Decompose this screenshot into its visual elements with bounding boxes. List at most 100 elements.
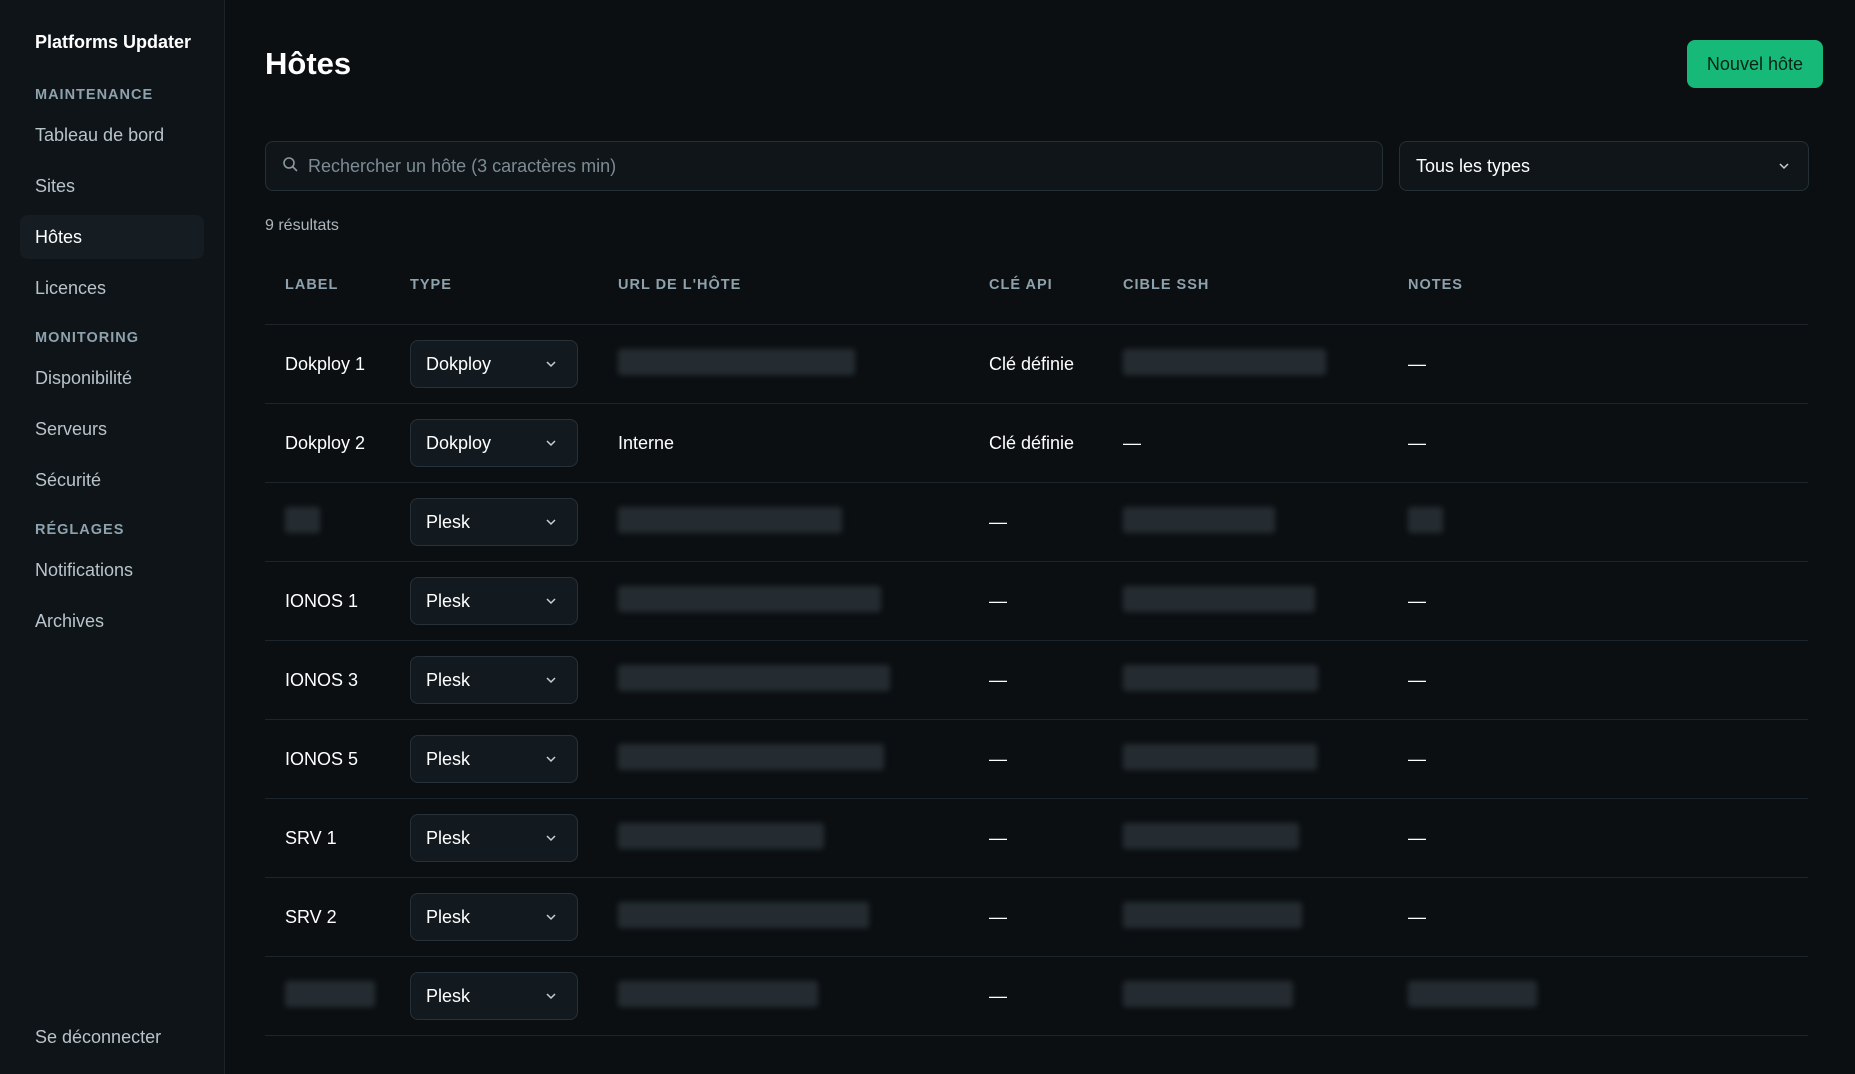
sidebar-item-tableau-de-bord[interactable]: Tableau de bord [20, 113, 204, 157]
cell-url [618, 743, 989, 775]
redacted-value [1123, 980, 1293, 1007]
column-header-label: LABEL [285, 277, 339, 293]
type-dropdown[interactable]: Plesk [410, 893, 578, 941]
type-dropdown[interactable]: Plesk [410, 735, 578, 783]
redacted-value [618, 822, 824, 849]
table-row[interactable]: IONOS 3 Plesk — — [265, 641, 1808, 720]
type-dropdown[interactable]: Plesk [410, 498, 578, 546]
table-row[interactable]: Plesk — [265, 957, 1808, 1036]
redacted-value [618, 664, 890, 691]
cell-ssh [1123, 585, 1408, 617]
cell-url [618, 822, 989, 854]
type-dropdown-value: Dokploy [426, 432, 492, 453]
cell-url [618, 901, 989, 933]
sidebar-item-hotes[interactable]: Hôtes [20, 215, 204, 259]
cell-label: Dokploy 2 [285, 432, 366, 453]
table-row[interactable]: Plesk — [265, 483, 1808, 562]
table-row[interactable]: IONOS 1 Plesk — — [265, 562, 1808, 641]
section-label: MONITORING [35, 330, 139, 346]
cell-notes: — [1408, 590, 1426, 611]
table-row[interactable]: Dokploy 2 Dokploy Interne Clé définie — — [265, 404, 1808, 483]
hosts-table: LABEL TYPE URL DE L'HÔTE CLÉ API CIBLE S… [265, 277, 1808, 1036]
cell-url: Interne [618, 432, 675, 453]
type-filter-select[interactable]: Tous les types [1399, 141, 1809, 191]
cell-label: IONOS 3 [285, 669, 359, 690]
type-dropdown[interactable]: Plesk [410, 972, 578, 1020]
cell-api-key: Clé définie [989, 432, 1075, 453]
nav-section-monitoring: MONITORING Disponibilité Serveurs Sécuri… [20, 330, 204, 502]
column-header-ssh: CIBLE SSH [1123, 277, 1210, 293]
redacted-value [1123, 743, 1317, 770]
cell-notes: — [1408, 827, 1426, 848]
cell-notes: — [1408, 432, 1426, 453]
cell-type: Plesk [410, 972, 618, 1020]
redacted-value [1123, 664, 1318, 691]
cell-type: Plesk [410, 577, 618, 625]
chevron-down-icon [545, 358, 557, 370]
cell-type: Dokploy [410, 340, 618, 388]
cell-notes [1408, 506, 1808, 538]
redacted-value [618, 585, 881, 612]
type-dropdown[interactable]: Dokploy [410, 340, 578, 388]
cell-type: Plesk [410, 656, 618, 704]
table-row[interactable]: SRV 2 Plesk — — [265, 878, 1808, 957]
cell-url [618, 664, 989, 696]
redacted-value [1123, 822, 1299, 849]
redacted-value [618, 980, 818, 1007]
cell-label: Dokploy 1 [285, 353, 366, 374]
redacted-value [285, 506, 320, 533]
type-dropdown[interactable]: Plesk [410, 656, 578, 704]
cell-ssh: — [1123, 432, 1141, 453]
sidebar-item-serveurs[interactable]: Serveurs [20, 407, 204, 451]
column-header-api-key: CLÉ API [989, 277, 1053, 293]
table-row[interactable]: Dokploy 1 Dokploy Clé définie — [265, 325, 1808, 404]
cell-label [265, 506, 410, 538]
cell-api-key: — [989, 669, 1007, 690]
cell-url [618, 506, 989, 538]
cell-label: SRV 2 [285, 906, 337, 927]
type-dropdown[interactable]: Plesk [410, 814, 578, 862]
type-dropdown-value: Plesk [426, 827, 471, 848]
redacted-value [1123, 506, 1275, 533]
type-dropdown[interactable]: Plesk [410, 577, 578, 625]
table-body: Dokploy 1 Dokploy Clé définie — Dokploy 2 Dok… [265, 325, 1808, 1036]
cell-api-key: Clé définie [989, 353, 1075, 374]
sidebar-item-licences[interactable]: Licences [20, 266, 204, 310]
table-row[interactable]: IONOS 5 Plesk — — [265, 720, 1808, 799]
chevron-down-icon [545, 674, 557, 686]
sidebar-item-securite[interactable]: Sécurité [20, 458, 204, 502]
type-dropdown[interactable]: Dokploy [410, 419, 578, 467]
sidebar-item-archives[interactable]: Archives [20, 599, 204, 643]
cell-type: Dokploy [410, 419, 618, 467]
type-dropdown-value: Dokploy [426, 353, 492, 374]
main-content: Hôtes Nouvel hôte Tous les types 9 résul… [225, 0, 1855, 1074]
chevron-down-icon [545, 595, 557, 607]
type-dropdown-value: Plesk [426, 985, 471, 1006]
type-dropdown-value: Plesk [426, 669, 471, 690]
cell-api-key: — [989, 590, 1007, 611]
cell-ssh [1123, 506, 1408, 538]
redacted-value [285, 980, 375, 1007]
redacted-value [1123, 348, 1326, 375]
chevron-down-icon [545, 753, 557, 765]
cell-label: IONOS 5 [285, 748, 359, 769]
logout-link[interactable]: Se déconnecter [35, 1027, 161, 1048]
cell-ssh [1123, 348, 1408, 380]
nav-section-reglages: RÉGLAGES Notifications Archives [20, 522, 204, 643]
page-header: Hôtes Nouvel hôte [265, 40, 1823, 88]
search-input[interactable] [308, 155, 1368, 177]
cell-notes: — [1408, 748, 1426, 769]
table-row[interactable]: SRV 1 Plesk — — [265, 799, 1808, 878]
sidebar-item-sites[interactable]: Sites [20, 164, 204, 208]
sidebar-item-notifications[interactable]: Notifications [20, 548, 204, 592]
type-dropdown-value: Plesk [426, 906, 471, 927]
type-dropdown-value: Plesk [426, 511, 471, 532]
redacted-value [1408, 980, 1537, 1007]
cell-api-key: — [989, 985, 1007, 1006]
chevron-down-icon [545, 990, 557, 1002]
search-box[interactable] [265, 141, 1383, 191]
type-dropdown-value: Plesk [426, 590, 471, 611]
sidebar-item-disponibilite[interactable]: Disponibilité [20, 356, 204, 400]
new-host-button[interactable]: Nouvel hôte [1686, 40, 1823, 88]
chevron-down-icon [545, 832, 557, 844]
